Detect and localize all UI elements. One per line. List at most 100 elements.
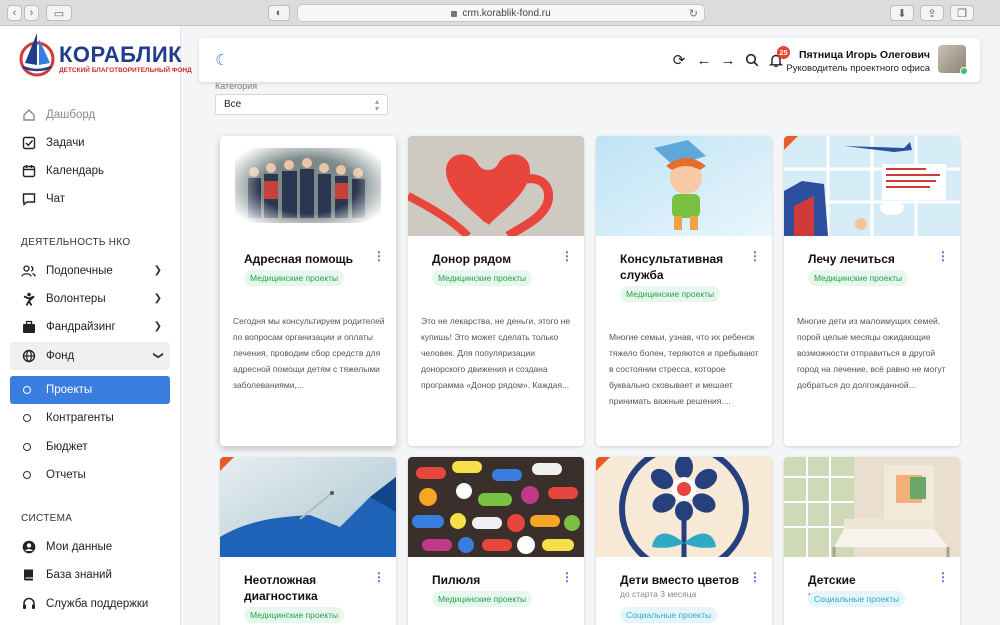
kebab-menu-icon[interactable]: ⋮	[561, 571, 573, 583]
lock-icon	[451, 11, 458, 17]
kebab-menu-icon[interactable]: ⋮	[749, 571, 761, 583]
sidebar-item-contractors[interactable]: Контрагенты	[10, 404, 170, 432]
category-tag: Социальные проекты	[808, 591, 906, 607]
sidebar-item-fund[interactable]: Фонд ❯	[10, 342, 170, 370]
back-button[interactable]: ‹	[7, 5, 22, 21]
briefcase-icon	[21, 320, 36, 335]
sidebar-item-chat[interactable]: Чат	[10, 185, 170, 213]
tabs-button[interactable]: ❐	[950, 5, 974, 21]
online-status-icon	[960, 67, 968, 75]
project-card[interactable]: Адресная помощь ⋮ Медицинские проекты Се…	[220, 136, 396, 446]
download-button[interactable]: ⬇	[890, 5, 914, 21]
volunteer-icon	[21, 292, 36, 307]
chat-icon	[21, 192, 36, 207]
reload-icon[interactable]: ↻	[689, 7, 698, 20]
project-title[interactable]: Лечу лечиться	[808, 251, 938, 267]
project-card[interactable]: Неотложная диагностика ⋮ Медицинские про…	[220, 457, 396, 625]
category-select-value: Все	[224, 99, 242, 110]
refresh-icon[interactable]: ⟳	[670, 51, 688, 69]
arrow-left-icon[interactable]: ←	[695, 51, 713, 69]
sidebar-toggle-button[interactable]: ▭	[46, 5, 72, 21]
featured-corner-icon	[596, 457, 610, 471]
project-card[interactable]: Донор рядом ⋮ Медицинские проекты Это не…	[408, 136, 584, 446]
project-image	[784, 457, 960, 557]
logo[interactable]: КОРАБЛИК ДЕТСКИЙ БЛАГОТВОРИТЕЛЬНЫЙ ФОНД	[17, 26, 192, 82]
sidebar-item-my-data[interactable]: Мои данные	[10, 533, 170, 561]
address-bar[interactable]: crm.korablik-fond.ru ↻	[297, 4, 705, 22]
sidebar-item-dashboard[interactable]: Дашборд	[10, 101, 170, 129]
bullet-icon	[23, 414, 31, 422]
arrow-right-icon[interactable]: →	[719, 51, 737, 69]
project-title[interactable]: Пилюля	[432, 572, 562, 588]
home-icon	[21, 108, 36, 123]
sidebar-item-calendar[interactable]: Календарь	[10, 157, 170, 185]
sidebar-item-volunteers[interactable]: Волонтеры ❯	[10, 285, 170, 313]
privacy-shield-icon[interactable]: ◐	[268, 5, 290, 21]
project-title[interactable]: Адресная помощь	[244, 251, 374, 267]
project-description: Многие дети из малоимущих семей, порой ц…	[797, 316, 946, 390]
avatar[interactable]	[938, 45, 968, 75]
kebab-menu-icon[interactable]: ⋮	[373, 571, 385, 583]
project-title[interactable]: Дети вместо цветов	[620, 572, 750, 588]
project-card[interactable]: Лечу лечиться ⋮ Медицинские проекты Мног…	[784, 136, 960, 446]
url-text: crm.korablik-fond.ru	[462, 7, 551, 19]
sidebar-item-label: Контрагенты	[46, 412, 114, 424]
share-button[interactable]: ⇪	[920, 5, 944, 21]
category-tag: Медицинские проекты	[244, 607, 345, 623]
sidebar-item-label: Мои данные	[46, 541, 113, 553]
project-card[interactable]: Консультативная служба ⋮ Медицинские про…	[596, 136, 772, 446]
sidebar-item-label: Фандрайзинг	[46, 321, 116, 333]
kebab-menu-icon[interactable]: ⋮	[561, 250, 573, 262]
sidebar: КОРАБЛИК ДЕТСКИЙ БЛАГОТВОРИТЕЛЬНЫЙ ФОНД …	[0, 26, 192, 625]
sidebar-item-projects[interactable]: Проекты	[10, 376, 170, 404]
user-role: Руководитель проектного офиса	[786, 63, 930, 74]
kebab-menu-icon[interactable]: ⋮	[749, 250, 761, 262]
kebab-menu-icon[interactable]: ⋮	[937, 571, 949, 583]
category-tag: Медицинские проекты	[620, 286, 721, 302]
project-description: Это не лекарства, не деньги, этого не ку…	[421, 316, 571, 390]
checkbox-icon	[21, 136, 36, 151]
sidebar-item-knowledge-base[interactable]: База знаний	[10, 561, 170, 589]
sidebar-item-label: Проекты	[46, 384, 93, 396]
project-start-note: до старта 3 месяца	[620, 589, 697, 599]
category-select[interactable]: Все ▴ ▾	[215, 94, 388, 115]
chevron-right-icon: ❯	[153, 293, 162, 304]
sidebar-item-reports[interactable]: Отчеты	[10, 461, 170, 489]
project-title[interactable]: Неотложная диагностика	[244, 572, 374, 604]
user-name[interactable]: Пятница Игорь Олегович	[799, 49, 930, 61]
sidebar-item-tasks[interactable]: Задачи	[10, 129, 170, 157]
bullet-icon	[23, 386, 31, 394]
sidebar-item-support[interactable]: Служба поддержки	[10, 590, 170, 618]
project-image	[408, 136, 584, 236]
sidebar-item-budget[interactable]: Бюджет	[10, 433, 170, 461]
kebab-menu-icon[interactable]: ⋮	[937, 250, 949, 262]
project-card[interactable]: Пилюля ⋮ Медицинские проекты	[408, 457, 584, 625]
project-image	[408, 457, 584, 557]
chevron-right-icon: ❯	[153, 321, 162, 332]
project-description: Сегодня мы консультируем родителей по во…	[233, 316, 385, 390]
moon-icon[interactable]: ☾	[213, 51, 231, 69]
project-card[interactable]: Детские пространства ⋮ Социальные проект…	[784, 457, 960, 625]
sidebar-item-label: Чат	[46, 193, 66, 205]
search-icon[interactable]	[743, 51, 761, 69]
project-title[interactable]: Донор рядом	[432, 251, 562, 267]
sidebar-item-fundraising[interactable]: Фандрайзинг ❯	[10, 313, 170, 341]
sidebar-item-wards[interactable]: Подопечные ❯	[10, 257, 170, 285]
ship-logo-icon	[19, 33, 55, 77]
support-icon	[21, 597, 36, 612]
user-circle-icon	[21, 540, 36, 555]
book-icon	[21, 568, 36, 583]
project-title[interactable]: Консультативная служба	[620, 251, 750, 283]
project-image	[784, 136, 960, 236]
category-tag: Медицинские проекты	[244, 270, 345, 286]
featured-corner-icon	[220, 457, 234, 471]
bullet-icon	[23, 443, 31, 451]
project-card[interactable]: Дети вместо цветов ⋮ до старта 3 месяца …	[596, 457, 772, 625]
sidebar-item-label: Задачи	[46, 137, 85, 149]
section-heading-system: СИСТЕМА	[21, 513, 73, 524]
forward-button[interactable]: ›	[24, 5, 39, 21]
featured-corner-icon	[784, 136, 798, 150]
kebab-menu-icon[interactable]: ⋮	[373, 250, 385, 262]
logo-subtitle: ДЕТСКИЙ БЛАГОТВОРИТЕЛЬНЫЙ ФОНД	[59, 67, 192, 74]
category-tag: Медицинские проекты	[808, 270, 909, 286]
